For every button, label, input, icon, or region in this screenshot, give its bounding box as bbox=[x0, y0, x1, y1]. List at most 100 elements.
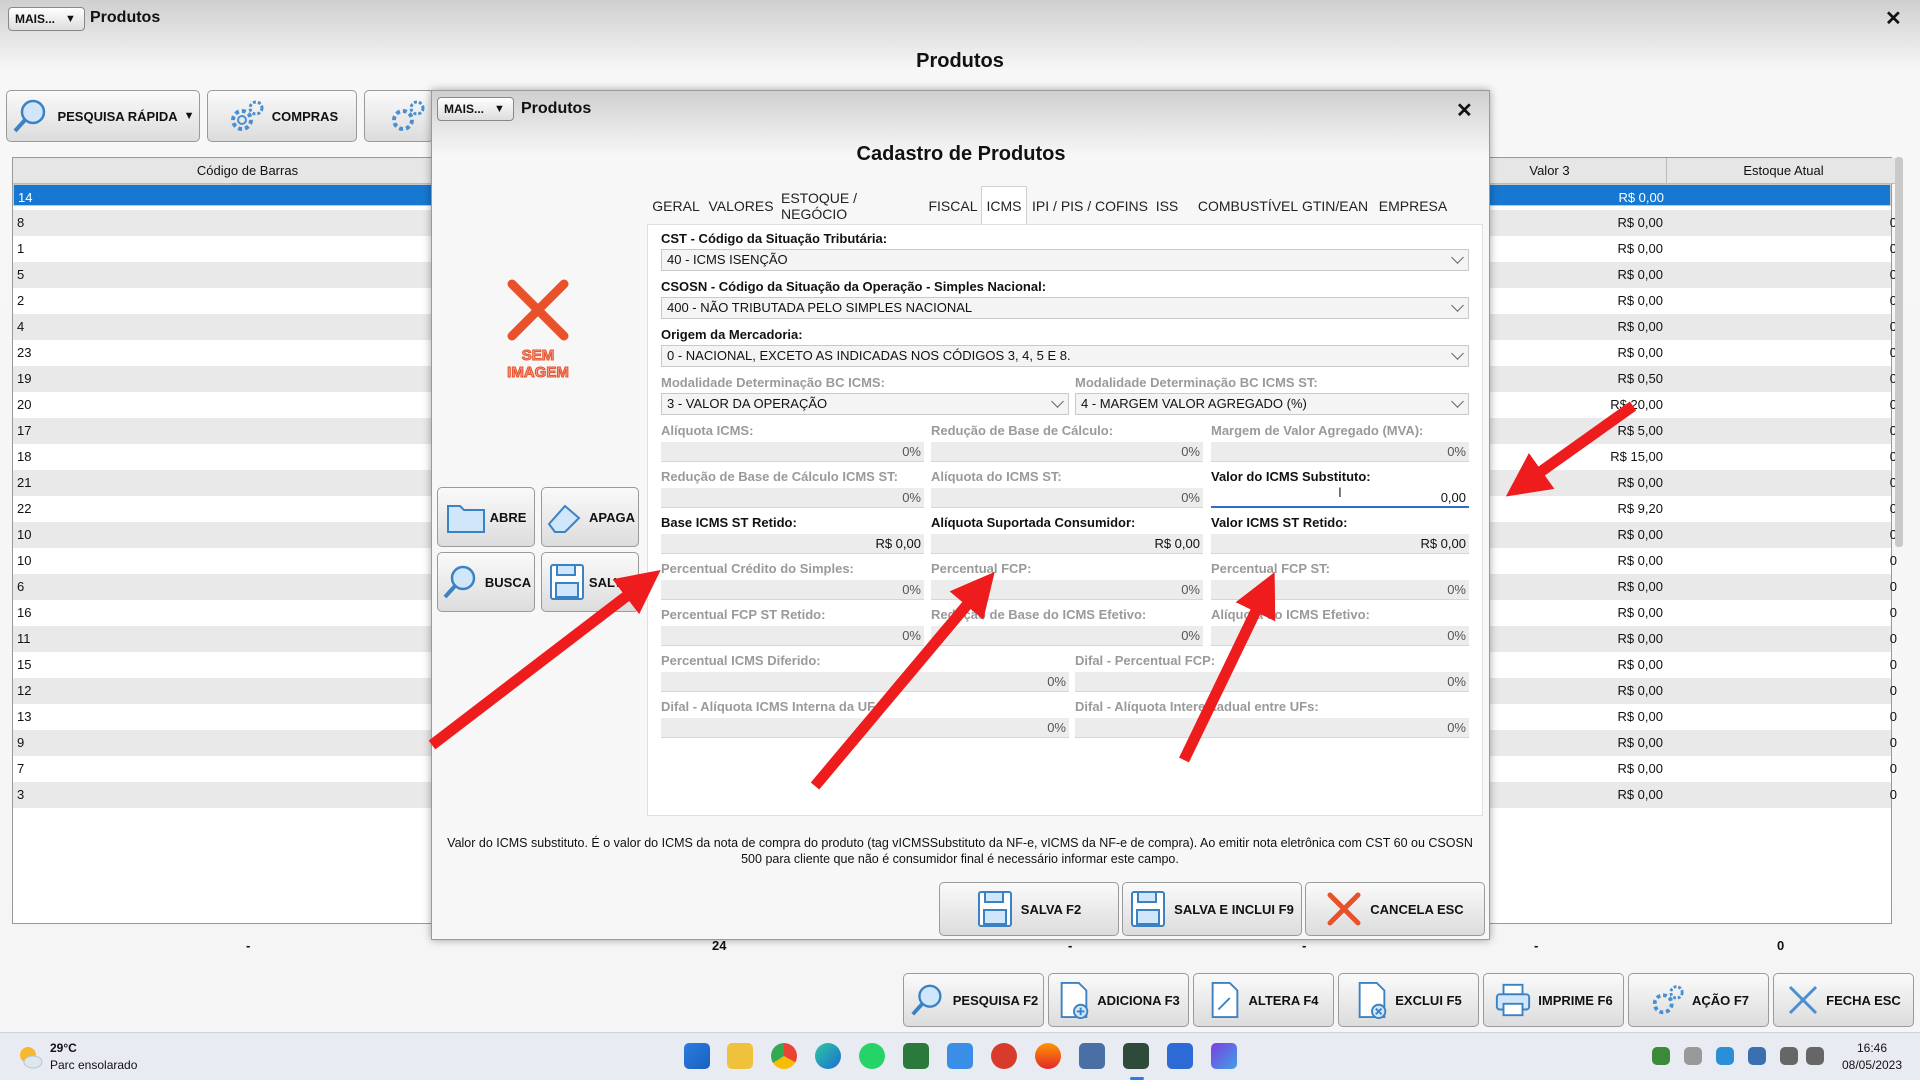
tab-valores[interactable]: VALORES bbox=[705, 188, 777, 224]
salva-f2-button[interactable]: SALVA F2 bbox=[939, 882, 1119, 936]
close-window-button[interactable]: ✕ bbox=[1885, 9, 1902, 29]
dialog-window-title: Produtos bbox=[521, 100, 592, 117]
imprime-button[interactable]: IMPRIME F6 bbox=[1483, 973, 1624, 1027]
adiciona-button[interactable]: ADICIONA F3 bbox=[1048, 973, 1189, 1027]
perc-fcp-st-input[interactable]: 0% bbox=[1211, 580, 1469, 600]
aliq-consumidor-input[interactable]: R$ 0,00 bbox=[931, 534, 1203, 554]
tab-ipi-pis-cofins[interactable]: IPI / PIS / COFINS bbox=[1031, 188, 1149, 224]
tab-gtin-ean[interactable]: GTIN/EAN bbox=[1301, 188, 1369, 224]
mva-input[interactable]: 0% bbox=[1211, 442, 1469, 462]
pesquisa-rapida-button[interactable]: PESQUISA RÁPIDA ▼ bbox=[6, 90, 200, 142]
difal-fcp-input[interactable]: 0% bbox=[1075, 672, 1469, 692]
tray-usb-icon[interactable] bbox=[1684, 1047, 1702, 1065]
tab-iss[interactable]: ISS bbox=[1153, 188, 1181, 224]
difal-interna-input[interactable]: 0% bbox=[661, 718, 1069, 738]
app-icon[interactable] bbox=[947, 1043, 973, 1069]
perc-diferido-label: Percentual ICMS Diferido: bbox=[661, 653, 821, 668]
difal-interna-label: Difal - Alíquota ICMS Interna da UF: bbox=[661, 699, 880, 714]
app-icon[interactable] bbox=[1211, 1043, 1237, 1069]
aliq-icms-input[interactable]: 0% bbox=[661, 442, 924, 462]
apaga-button[interactable]: APAGA bbox=[541, 487, 639, 547]
perc-diferido-input[interactable]: 0% bbox=[661, 672, 1069, 692]
spreadsheet-icon[interactable] bbox=[903, 1043, 929, 1069]
compras-button[interactable]: COMPRAS bbox=[207, 90, 357, 142]
column-header-estoque[interactable]: Estoque Atual bbox=[1667, 158, 1901, 184]
abre-button[interactable]: ABRE bbox=[437, 487, 535, 547]
footer-total-3: - bbox=[1302, 938, 1307, 953]
adiciona-label: ADICIONA F3 bbox=[1097, 992, 1180, 1008]
pesquisa-button[interactable]: PESQUISA F2 bbox=[903, 973, 1044, 1027]
red-bc-efetivo-input[interactable]: 0% bbox=[931, 626, 1203, 646]
tab-fiscal[interactable]: FISCAL bbox=[925, 188, 981, 224]
mais-label: MAIS... bbox=[15, 12, 56, 26]
aliq-st-input[interactable]: 0% bbox=[931, 488, 1203, 508]
dialog-close-button[interactable]: ✕ bbox=[1456, 101, 1473, 121]
firefox-icon[interactable] bbox=[1035, 1043, 1061, 1069]
tab-combustivel[interactable]: COMBUSTÍVEL bbox=[1198, 188, 1298, 224]
tray-defender-icon[interactable] bbox=[1716, 1047, 1734, 1065]
tab-geral[interactable]: GERAL bbox=[651, 188, 701, 224]
weather-sun-icon[interactable] bbox=[16, 1043, 44, 1071]
perc-credito-input[interactable]: 0% bbox=[661, 580, 924, 600]
red-bc-st-input[interactable]: 0% bbox=[661, 488, 924, 508]
notepad-icon[interactable] bbox=[1167, 1043, 1193, 1069]
cell-estoque: 0 bbox=[1889, 527, 1897, 542]
mod-bc-select[interactable]: 3 - VALOR DA OPERAÇÃO bbox=[661, 393, 1069, 415]
perc-fcp-st-retido-input[interactable]: 0% bbox=[661, 626, 924, 646]
cst-select[interactable]: 40 - ICMS ISENÇÃO bbox=[661, 249, 1469, 271]
edge-icon[interactable] bbox=[815, 1043, 841, 1069]
footer-total-4: - bbox=[1534, 938, 1539, 953]
settings-gear-icon[interactable] bbox=[1079, 1043, 1105, 1069]
mais-menu-button[interactable]: MAIS... ▼ bbox=[8, 7, 85, 31]
whatsapp-icon[interactable] bbox=[859, 1043, 885, 1069]
acao-button[interactable]: AÇÃO F7 bbox=[1628, 973, 1769, 1027]
dialog-mais-menu-button[interactable]: MAIS... ▼ bbox=[437, 97, 514, 121]
toolbar-gear-button[interactable] bbox=[364, 90, 434, 142]
difal-interestadual-input[interactable]: 0% bbox=[1075, 718, 1469, 738]
volume-icon[interactable] bbox=[1806, 1047, 1824, 1065]
save-disk-icon bbox=[1131, 891, 1166, 927]
aliq-efetivo-input[interactable]: 0% bbox=[1211, 626, 1469, 646]
no-image-placeholder[interactable]: SEM IMAGEM bbox=[502, 276, 574, 391]
tab-icms[interactable]: ICMS bbox=[981, 186, 1027, 224]
search-icon bbox=[443, 565, 476, 599]
column-header-codigo[interactable]: Código de Barras bbox=[13, 158, 483, 184]
mod-bc-st-select[interactable]: 4 - MARGEM VALOR AGREGADO (%) bbox=[1075, 393, 1469, 415]
exclui-button[interactable]: EXCLUI F5 bbox=[1338, 973, 1479, 1027]
csosn-select[interactable]: 400 - NÃO TRIBUTADA PELO SIMPLES NACIONA… bbox=[661, 297, 1469, 319]
red-bc-input[interactable]: 0% bbox=[931, 442, 1203, 462]
network-icon[interactable] bbox=[1780, 1047, 1798, 1065]
fecha-button[interactable]: FECHA ESC bbox=[1773, 973, 1914, 1027]
chevron-down-icon bbox=[1451, 299, 1464, 312]
salva-side-button[interactable]: SALVA bbox=[541, 552, 639, 612]
grid-scrollbar[interactable] bbox=[1895, 157, 1903, 547]
app-icon[interactable] bbox=[991, 1043, 1017, 1069]
clock-time[interactable]: 16:46 bbox=[1840, 1041, 1904, 1055]
chrome-icon[interactable] bbox=[771, 1043, 797, 1069]
search-icon bbox=[13, 99, 46, 133]
cell-estoque: 0 bbox=[1889, 449, 1897, 464]
tab-estoque-negocio[interactable]: ESTOQUE / NEGÓCIO bbox=[781, 188, 921, 224]
perc-fcp-input[interactable]: 0% bbox=[931, 580, 1203, 600]
cancela-button[interactable]: CANCELA ESC bbox=[1305, 882, 1485, 936]
red-bc-label: Redução de Base de Cálculo: bbox=[931, 423, 1114, 438]
altera-button[interactable]: ALTERA F4 bbox=[1193, 973, 1334, 1027]
weather-temp[interactable]: 29°C bbox=[50, 1041, 77, 1055]
valor-st-retido-input[interactable]: R$ 0,00 bbox=[1211, 534, 1469, 554]
app-icon[interactable] bbox=[1123, 1043, 1149, 1069]
cell-codigo: 19 bbox=[17, 371, 32, 386]
tab-empresa[interactable]: EMPRESA bbox=[1373, 188, 1453, 224]
tray-cloud-icon[interactable] bbox=[1748, 1047, 1766, 1065]
windows-start-icon[interactable] bbox=[684, 1043, 710, 1069]
window-title: Produtos bbox=[90, 9, 161, 26]
clock-date[interactable]: 08/05/2023 bbox=[1840, 1058, 1904, 1072]
salva-inclui-button[interactable]: SALVA E INCLUI F9 bbox=[1122, 882, 1302, 936]
cell-codigo: 8 bbox=[17, 215, 25, 230]
file-explorer-icon[interactable] bbox=[727, 1043, 753, 1069]
origem-select[interactable]: 0 - NACIONAL, EXCETO AS INDICADAS NOS CÓ… bbox=[661, 345, 1469, 367]
busca-button[interactable]: BUSCA bbox=[437, 552, 535, 612]
base-st-retido-input[interactable]: R$ 0,00 bbox=[661, 534, 924, 554]
cell-codigo: 18 bbox=[17, 449, 32, 464]
weather-desc[interactable]: Parc ensolarado bbox=[50, 1058, 137, 1072]
tray-app-icon[interactable] bbox=[1652, 1047, 1670, 1065]
